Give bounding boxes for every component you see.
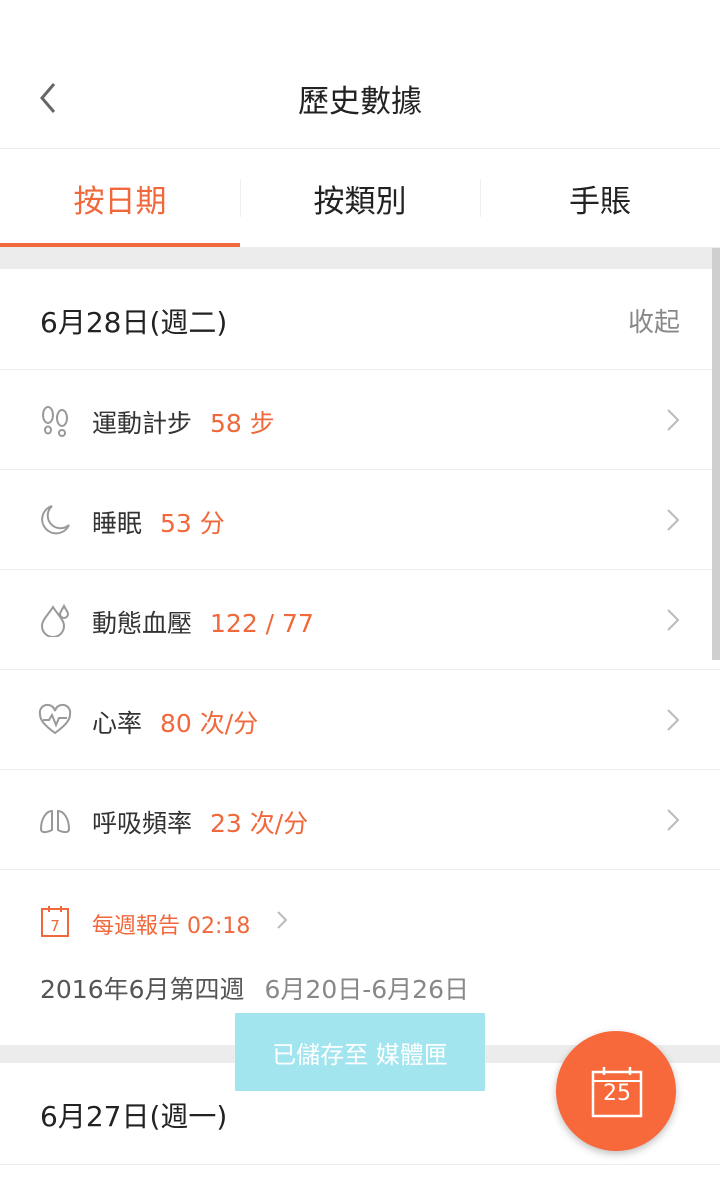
week-label: 2016年6月第四週 bbox=[40, 975, 245, 1004]
calendar-fab-button[interactable]: 25 bbox=[556, 1031, 676, 1151]
lungs-icon bbox=[39, 809, 71, 834]
weekly-report-title: 每週報告 bbox=[92, 914, 181, 939]
metric-row-heart-rate[interactable]: 心率 80 次/分 bbox=[0, 669, 720, 770]
heart-pulse-icon bbox=[38, 703, 72, 735]
metric-row-respiratory-rate[interactable]: 呼吸頻率 23 次/分 bbox=[0, 769, 720, 870]
metric-label: 心率 bbox=[92, 709, 143, 738]
tab-by-date[interactable]: 按日期 bbox=[0, 149, 240, 247]
metric-value: 53 分 bbox=[160, 509, 225, 538]
calendar-icon: 7 bbox=[41, 906, 69, 937]
tab-by-category[interactable]: 按類別 bbox=[240, 149, 480, 247]
tab-notebook[interactable]: 手賬 bbox=[480, 149, 720, 247]
status-bar bbox=[0, 0, 720, 48]
metric-value: 122 / 77 bbox=[210, 609, 314, 638]
calendar-day-number: 7 bbox=[50, 917, 60, 935]
calendar-date-number: 25 bbox=[603, 1081, 631, 1106]
week-range: 6月20日-6月26日 bbox=[264, 975, 469, 1004]
tab-bar: 按日期 按類別 手賬 bbox=[0, 149, 720, 247]
divider bbox=[0, 1164, 720, 1165]
moon-icon bbox=[41, 505, 70, 535]
metric-value: 80 次/分 bbox=[160, 709, 259, 738]
title-bar: 歷史數據 bbox=[0, 48, 720, 149]
day-date: 6月28日(週二) bbox=[40, 306, 228, 339]
metric-label: 運動計步 bbox=[92, 409, 193, 438]
chevron-right-icon bbox=[667, 609, 680, 631]
metric-row-steps[interactable]: 運動計步 58 步 bbox=[0, 369, 720, 470]
chevron-right-icon bbox=[667, 709, 680, 731]
metric-label: 呼吸頻率 bbox=[92, 809, 193, 838]
metric-value: 23 次/分 bbox=[210, 809, 309, 838]
metric-label: 動態血壓 bbox=[92, 609, 193, 638]
chevron-right-icon bbox=[277, 911, 288, 929]
page-title: 歷史數據 bbox=[298, 84, 422, 120]
metric-value: 58 步 bbox=[210, 409, 275, 438]
collapse-button[interactable]: 收起 bbox=[628, 302, 680, 339]
footsteps-icon bbox=[42, 406, 68, 437]
toast-message: 已儲存至 媒體匣 bbox=[235, 1013, 485, 1091]
scrollbar[interactable] bbox=[712, 248, 720, 660]
section-divider bbox=[0, 247, 720, 269]
chevron-right-icon bbox=[667, 409, 680, 431]
droplet-icon bbox=[40, 603, 70, 637]
day-date: 6月27日(週一) bbox=[40, 1100, 228, 1133]
chevron-right-icon bbox=[667, 509, 680, 531]
weekly-report-time: 02:18 bbox=[187, 914, 251, 939]
metric-label: 睡眠 bbox=[92, 509, 143, 538]
chevron-right-icon bbox=[667, 809, 680, 831]
day-header: 6月28日(週二) 收起 bbox=[0, 269, 720, 369]
metric-row-blood-pressure[interactable]: 動態血壓 122 / 77 bbox=[0, 569, 720, 670]
metric-row-sleep[interactable]: 睡眠 53 分 bbox=[0, 469, 720, 570]
